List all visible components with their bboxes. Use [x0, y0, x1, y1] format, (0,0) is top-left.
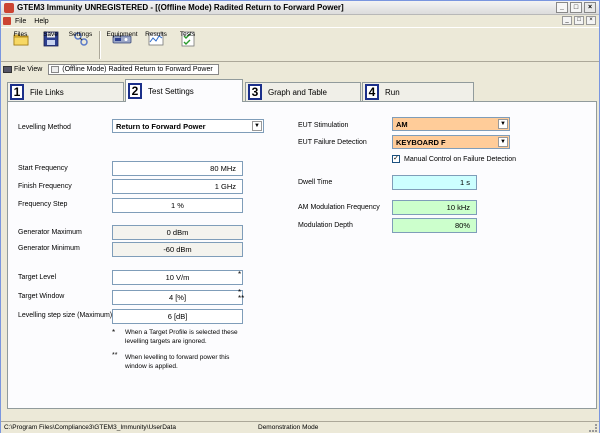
generator-maximum-label: Generator Maximum	[18, 229, 82, 236]
levelling-method-select[interactable]: Return to Forward Power ▼	[112, 119, 264, 133]
mdi-controls: _ □ ×	[562, 16, 596, 25]
eut-stimulation-select[interactable]: AM ▼	[392, 117, 510, 131]
start-frequency-field[interactable]: 80 MHz	[112, 161, 243, 176]
generator-minimum-label: Generator Minimum	[18, 245, 80, 252]
start-frequency-label: Start Frequency	[18, 165, 68, 172]
target-window-footnote-mark: * **	[238, 288, 245, 303]
toolbar-separator	[99, 31, 101, 59]
tests-button[interactable]: Tests	[174, 28, 201, 61]
mdi-minimize-button[interactable]: _	[562, 16, 572, 25]
eut-failure-detection-label: EUT Failure Detection	[298, 139, 367, 146]
tab-strip: 1 File Links 2 Test Settings 3 Graph and…	[7, 79, 597, 102]
app-icon	[4, 3, 14, 13]
target-window-label: Target Window	[18, 293, 65, 300]
frequency-step-field[interactable]: 1 %	[112, 198, 243, 213]
target-level-footnote-mark: *	[238, 270, 242, 279]
target-level-field[interactable]: 10 V/m	[112, 270, 243, 285]
minimize-button[interactable]: _	[556, 2, 568, 13]
menu-help[interactable]: Help	[34, 18, 48, 25]
chevron-down-icon[interactable]: ▼	[498, 119, 508, 129]
document-bar: File View (Offline Mode) Radited Return …	[1, 63, 599, 75]
status-path: C:\Program Files\Compliance3\GTEM3_Immun…	[4, 424, 176, 431]
status-mode: Demonstration Mode	[258, 424, 319, 431]
resize-grip-icon[interactable]	[589, 424, 597, 432]
document-icon[interactable]	[3, 17, 11, 25]
file-view-button[interactable]: File View	[3, 65, 42, 73]
am-modulation-frequency-label: AM Modulation Frequency	[298, 204, 380, 211]
tab-test-settings[interactable]: 2 Test Settings	[125, 79, 243, 102]
manual-control-label: Manual Control on Failure Detection	[404, 156, 517, 163]
levelling-method-label: Levelling Method	[18, 124, 71, 131]
finish-frequency-label: Finish Frequency	[18, 183, 72, 190]
footnote-1-text: When a Target Profile is selected these …	[125, 329, 238, 345]
footnote-1-mark: *	[112, 328, 116, 337]
chevron-down-icon[interactable]: ▼	[498, 137, 508, 147]
status-bar: C:\Program Files\Compliance3\GTEM3_Immun…	[1, 421, 599, 433]
toolbar: Files Save Settings Equipment Results Te…	[1, 27, 599, 62]
save-button[interactable]: Save	[37, 28, 64, 61]
target-level-label: Target Level	[18, 274, 57, 281]
footnote-2-text: When levelling to forward power this win…	[125, 354, 230, 370]
footnote-2-mark: **	[112, 352, 118, 359]
levelling-step-label: Levelling step size (Maximum)	[18, 312, 113, 319]
dwell-time-field[interactable]: 1 s	[392, 175, 477, 190]
tab-file-links[interactable]: 1 File Links	[7, 82, 124, 101]
target-window-field[interactable]: 4 [%]	[112, 290, 243, 305]
tab-run[interactable]: 4 Run	[362, 82, 474, 101]
close-button[interactable]: ×	[584, 2, 596, 13]
am-modulation-frequency-field[interactable]: 10 kHz	[392, 200, 477, 215]
frequency-step-label: Frequency Step	[18, 201, 68, 208]
dwell-time-label: Dwell Time	[298, 179, 333, 186]
manual-control-checkbox[interactable]: ✓	[392, 155, 400, 163]
equipment-button[interactable]: Equipment	[106, 28, 138, 61]
file-view-icon	[3, 65, 12, 73]
levelling-step-field[interactable]: 6 [dB]	[112, 309, 243, 324]
maximize-button[interactable]: □	[570, 2, 582, 13]
app-window: GTEM3 Immunity UNREGISTERED - [(Offline …	[0, 0, 600, 433]
menu-file[interactable]: File	[15, 18, 26, 25]
window-controls: _ □ ×	[556, 2, 596, 13]
tab-graph-and-table[interactable]: 3 Graph and Table	[245, 82, 361, 101]
generator-maximum-field[interactable]: 0 dBm	[112, 225, 243, 240]
test-settings-panel: Levelling Method Return to Forward Power…	[7, 101, 597, 409]
document-icon	[51, 65, 60, 73]
modulation-depth-label: Modulation Depth	[298, 222, 353, 229]
generator-minimum-field[interactable]: -60 dBm	[112, 242, 243, 257]
files-button[interactable]: Files	[7, 28, 34, 61]
eut-failure-detection-select[interactable]: KEYBOARD F ▼	[392, 135, 510, 149]
settings-button[interactable]: Settings	[67, 28, 94, 61]
modulation-depth-field[interactable]: 80%	[392, 218, 477, 233]
title-bar: GTEM3 Immunity UNREGISTERED - [(Offline …	[1, 1, 599, 15]
window-title: GTEM3 Immunity UNREGISTERED - [(Offline …	[17, 3, 344, 12]
finish-frequency-field[interactable]: 1 GHz	[112, 179, 243, 194]
menu-bar: File Help _ □ ×	[1, 15, 599, 27]
chevron-down-icon[interactable]: ▼	[252, 121, 262, 131]
mdi-restore-button[interactable]: □	[574, 16, 584, 25]
eut-stimulation-label: EUT Stimulation	[298, 122, 349, 129]
mdi-close-button[interactable]: ×	[586, 16, 596, 25]
document-tab[interactable]: (Offline Mode) Radited Return to Forward…	[48, 63, 219, 75]
results-button[interactable]: Results	[141, 28, 171, 61]
